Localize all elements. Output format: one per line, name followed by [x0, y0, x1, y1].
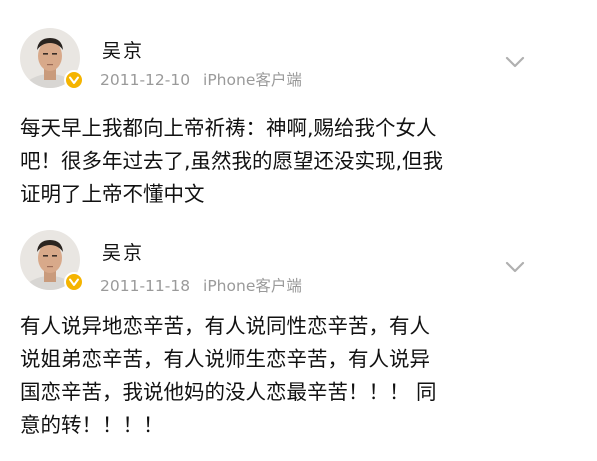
post-header: 吴京 2011-11-18 iPhone客户端: [0, 222, 597, 322]
post-text-line: 说姐弟恋辛苦，有人说师生恋辛苦，有人说异: [20, 347, 430, 371]
username[interactable]: 吴京: [102, 238, 144, 265]
username[interactable]: 吴京: [102, 36, 144, 63]
post-text-line: 每天早上我都向上帝祈祷：神啊,赐给我个女人: [20, 116, 437, 140]
weibo-feed: 吴京 2011-12-10 iPhone客户端 每天早上我都向上帝祈祷：神啊,赐…: [0, 0, 597, 461]
more-options-button[interactable]: [500, 255, 530, 279]
post-content: 每天早上我都向上帝祈祷：神啊,赐给我个女人 吧！很多年过去了,虽然我的愿望还没实…: [20, 112, 580, 211]
post-text-line: 证明了上帝不懂中文: [20, 182, 205, 206]
post-text-line: 国恋辛苦，我说他妈的没人恋最辛苦！！！ 同: [20, 380, 437, 404]
more-options-button[interactable]: [500, 50, 530, 74]
post-content: 有人说异地恋辛苦，有人说同性恋辛苦，有人 说姐弟恋辛苦，有人说师生恋辛苦，有人说…: [20, 310, 580, 442]
weibo-post: 吴京 2011-11-18 iPhone客户端 有人说异地恋辛苦，有人说同性恋辛…: [0, 222, 597, 461]
verified-badge-icon: [64, 70, 84, 90]
avatar[interactable]: [20, 230, 84, 292]
post-source: iPhone客户端: [203, 71, 302, 89]
chevron-down-icon: [505, 261, 525, 273]
weibo-post: 吴京 2011-12-10 iPhone客户端 每天早上我都向上帝祈祷：神啊,赐…: [0, 0, 597, 222]
verified-badge-icon: [64, 272, 84, 292]
chevron-down-icon: [505, 56, 525, 68]
post-meta: 2011-12-10 iPhone客户端: [100, 68, 302, 90]
post-source: iPhone客户端: [203, 277, 302, 295]
post-date: 2011-11-18: [100, 277, 191, 295]
post-date: 2011-12-10: [100, 71, 191, 89]
avatar[interactable]: [20, 28, 84, 90]
post-text-line: 有人说异地恋辛苦，有人说同性恋辛苦，有人: [20, 314, 430, 338]
post-text-line: 吧！很多年过去了,虽然我的愿望还没实现,但我: [20, 149, 444, 173]
post-text-line: 意的转！！！！: [20, 413, 164, 437]
post-header: 吴京 2011-12-10 iPhone客户端: [0, 0, 597, 100]
post-meta: 2011-11-18 iPhone客户端: [100, 274, 302, 296]
